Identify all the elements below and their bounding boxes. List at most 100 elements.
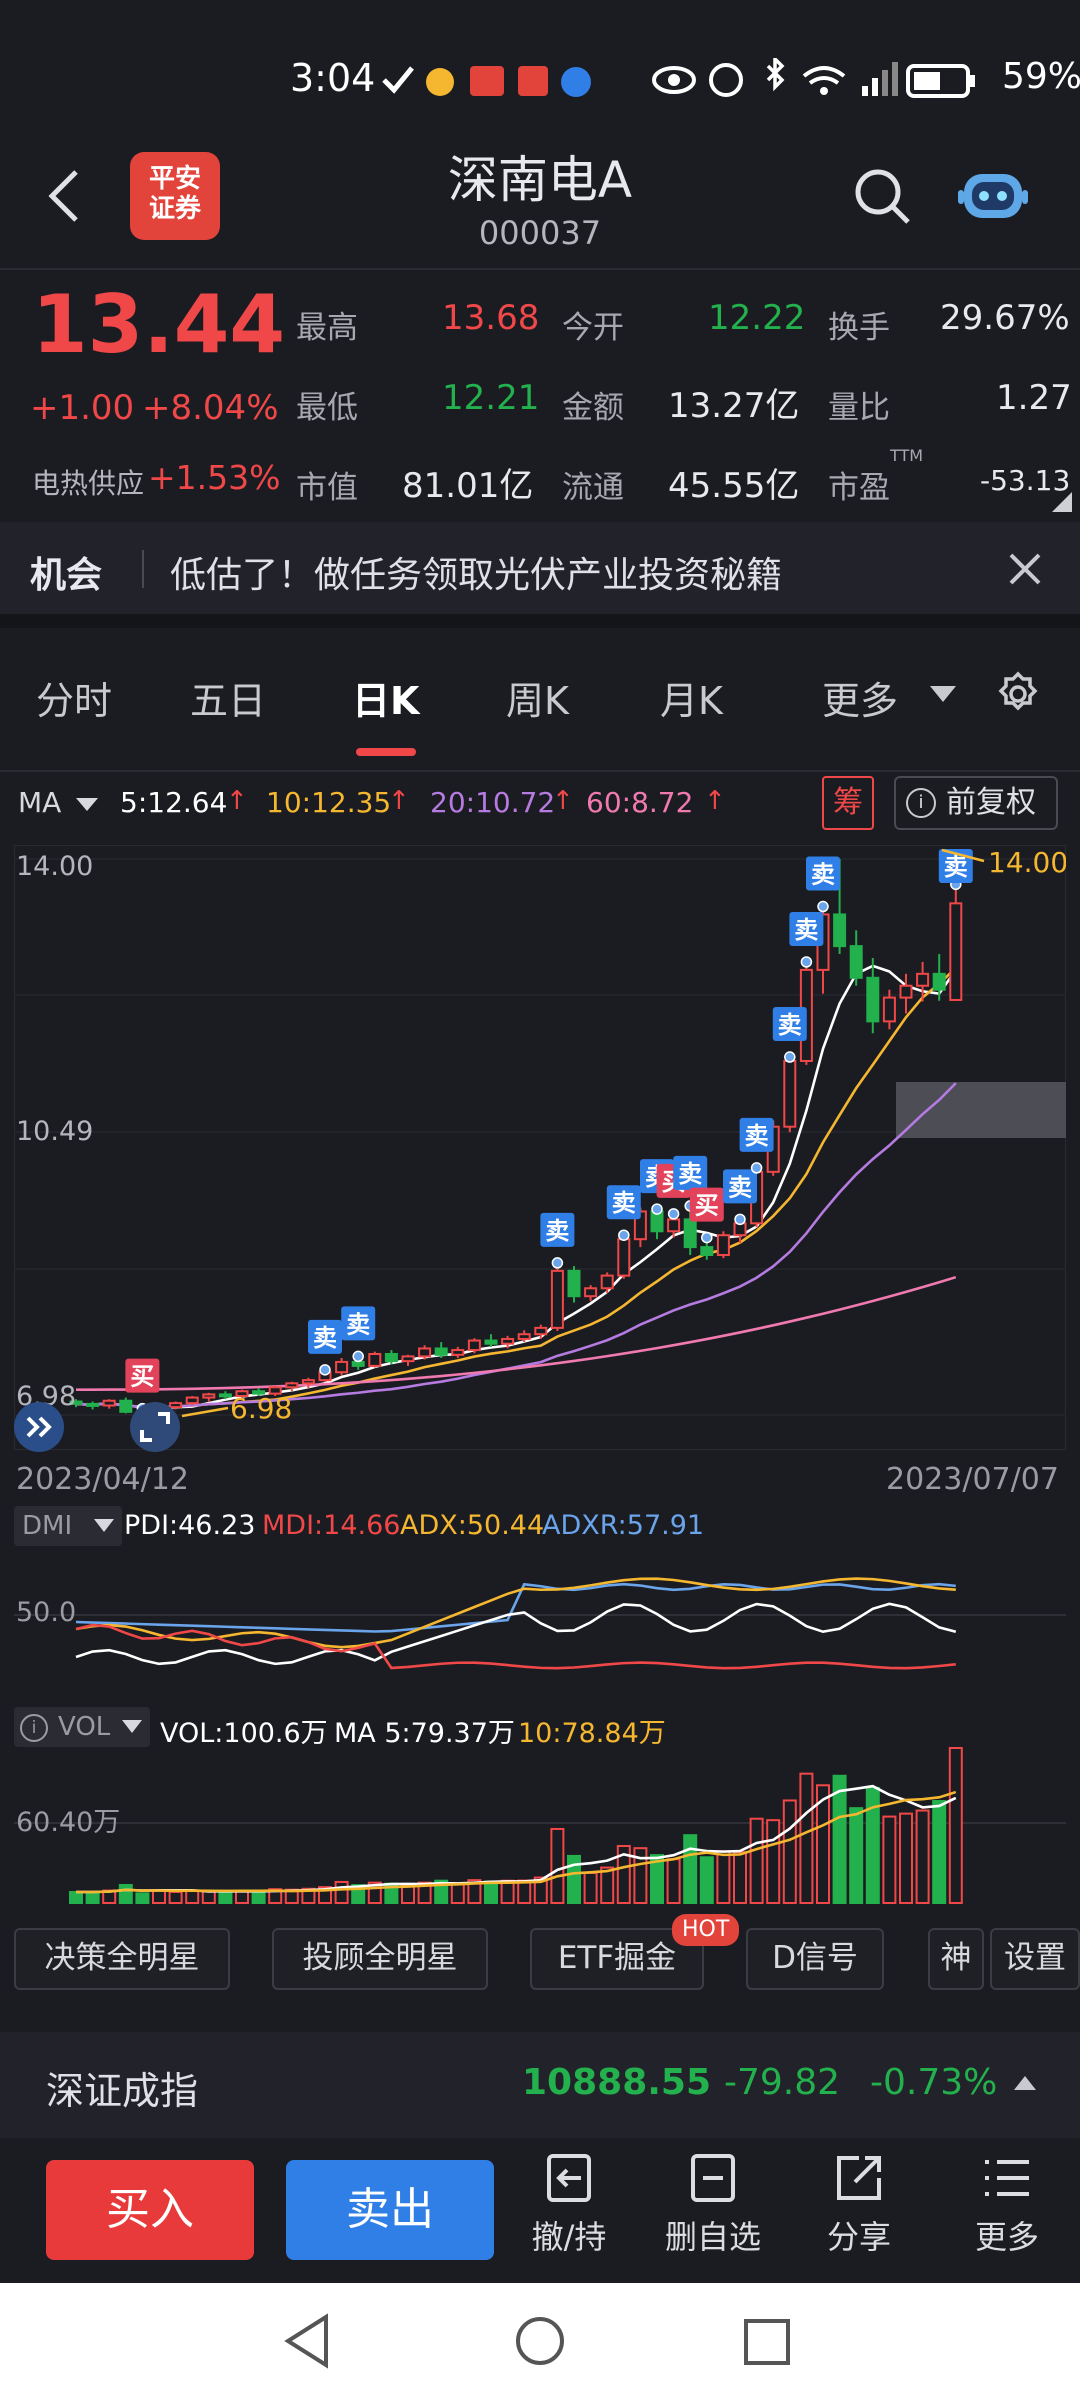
vol-selector[interactable]: i VOL (14, 1707, 150, 1747)
price-axis-mid: 10.49 (16, 1116, 93, 1147)
share-button[interactable]: 分享 (804, 2150, 914, 2258)
signal-label: 卖 (545, 1217, 569, 1245)
stat-pe-ttm-tag: TTM (890, 446, 924, 465)
volume-bar (401, 1884, 415, 1904)
ma-selector[interactable]: MA (18, 786, 99, 819)
pill-settings[interactable]: 设置 (990, 1928, 1080, 1990)
ma20-value: 20:10.72 (430, 786, 556, 819)
banner-text: 低估了！做任务领取光伏产业投资秘籍 (170, 555, 783, 596)
volume-bar (152, 1889, 166, 1904)
sell-button[interactable]: 卖出 (286, 2160, 494, 2260)
tab-monthly-k[interactable]: 月K (660, 670, 723, 725)
sector-name[interactable]: 电热供应 (32, 462, 144, 502)
stat-value-float-cap: 45.55亿 (668, 466, 800, 506)
volume-bar (583, 1871, 598, 1904)
hot-badge: HOT (672, 1914, 740, 1946)
tab-more[interactable]: 更多 (822, 670, 898, 725)
stock-code: 000037 (478, 214, 602, 252)
stat-label-market-cap: 市值 (296, 470, 358, 506)
banner-tag: 机会 (30, 555, 103, 596)
cancel-hold-button[interactable]: 撤/持 (514, 2150, 624, 2258)
remove-watchlist-button[interactable]: 删自选 (658, 2150, 768, 2258)
nav-home-icon[interactable] (514, 2315, 566, 2371)
search-icon[interactable] (852, 166, 912, 230)
menu-icon (985, 2160, 1029, 2196)
volume-bar (85, 1890, 100, 1905)
candle (451, 1346, 465, 1358)
robot-assistant-icon[interactable] (958, 162, 1028, 230)
stat-label-float-cap: 流通 (562, 470, 624, 506)
opportunity-banner[interactable]: 机会 低估了！做任务领取光伏产业投资秘籍 (0, 522, 1080, 614)
expand-corner-icon[interactable] (1052, 492, 1072, 516)
info-icon: i (906, 788, 936, 818)
buy-button[interactable]: 买入 (46, 2160, 254, 2260)
volume-bar (135, 1892, 150, 1904)
pill-decision-star[interactable]: 决策全明星 (14, 1928, 230, 1990)
volume-bar (118, 1883, 133, 1905)
pill-d-signal[interactable]: D信号 (746, 1928, 884, 1990)
resistance-zone (896, 1082, 1066, 1138)
candle (866, 958, 880, 1034)
chip-distribution-button[interactable]: 筹 (822, 776, 874, 830)
index-bar[interactable]: 深证成指 10888.55 -79.82 -0.73% (0, 2032, 1080, 2138)
candle (401, 1354, 415, 1366)
volume-bar (168, 1890, 183, 1904)
volume-chart[interactable]: 60.40万 (14, 1745, 1066, 1905)
collapse-expand-icon[interactable] (14, 1402, 64, 1452)
system-status-icons (652, 54, 992, 106)
section-gap (0, 614, 1080, 628)
tab-weekly-k[interactable]: 周K (506, 670, 569, 725)
volume-bar (799, 1772, 814, 1905)
pill-partial[interactable]: 神 (928, 1928, 984, 1990)
tabs-divider (0, 770, 1080, 772)
candle (716, 1231, 730, 1259)
volume-bar (699, 1856, 714, 1904)
adjust-mode-button[interactable]: i 前复权 (894, 776, 1058, 830)
nav-back-icon[interactable] (282, 2313, 334, 2373)
stat-value-high: 13.68 (442, 298, 540, 338)
dmi-indicator-chart[interactable]: 50.0 (14, 1535, 1066, 1700)
volume-bar (251, 1890, 266, 1904)
signal-label: 卖 (778, 1011, 802, 1039)
tab-five-day[interactable]: 五日 (190, 670, 266, 725)
ma5-line (75, 964, 957, 1410)
index-expand-caret-icon[interactable] (1014, 2074, 1036, 2094)
sell-signal[interactable]: 卖 (938, 849, 973, 891)
tab-more-caret-icon[interactable] (930, 686, 956, 708)
signal-label: 卖 (313, 1324, 337, 1352)
candle (484, 1334, 498, 1347)
tab-daily-k[interactable]: 日K (352, 670, 419, 725)
price-change: +1.00 (30, 388, 135, 428)
candle (617, 1235, 631, 1279)
stat-value-amount: 13.27亿 (668, 386, 800, 426)
candle (600, 1272, 614, 1294)
volume-bar (185, 1889, 200, 1904)
pill-advisor-star[interactable]: 投顾全明星 (272, 1928, 488, 1990)
candle (202, 1392, 216, 1402)
signal-label: 卖 (728, 1173, 752, 1201)
more-button[interactable]: 更多 (952, 2150, 1062, 2258)
active-tab-indicator (356, 748, 416, 756)
battery-percent: 59% (1002, 56, 1080, 97)
sell-signal[interactable]: 卖 (540, 1212, 575, 1269)
candle (550, 1262, 564, 1332)
tab-intraday[interactable]: 分时 (36, 670, 112, 725)
volume-bar (484, 1880, 498, 1904)
sell-signal[interactable]: 卖 (806, 856, 840, 913)
banner-close-icon[interactable] (1008, 552, 1042, 590)
candle (899, 973, 913, 1014)
candlestick-chart[interactable]: 买卖卖卖卖卖买卖买卖卖卖卖卖卖 14.00 10.49 6.98 14.00 6… (14, 845, 1066, 1450)
stat-value-market-cap: 81.01亿 (402, 466, 534, 506)
dmi-level-label: 50.0 (16, 1597, 76, 1628)
signal-label: 卖 (346, 1310, 370, 1338)
low-price-marker: 6.98 (230, 1392, 292, 1425)
chart-settings-gear-icon[interactable] (994, 670, 1042, 722)
fullscreen-icon[interactable] (130, 1402, 180, 1452)
ma60-value: 60:8.72 (586, 786, 694, 819)
candle (368, 1351, 382, 1368)
stat-value-volume-ratio: 1.27 (996, 378, 1072, 418)
index-change: -79.82 (724, 2062, 841, 2103)
candle (102, 1399, 116, 1409)
stat-label-high: 最高 (296, 310, 358, 346)
nav-recents-icon[interactable] (742, 2317, 792, 2371)
